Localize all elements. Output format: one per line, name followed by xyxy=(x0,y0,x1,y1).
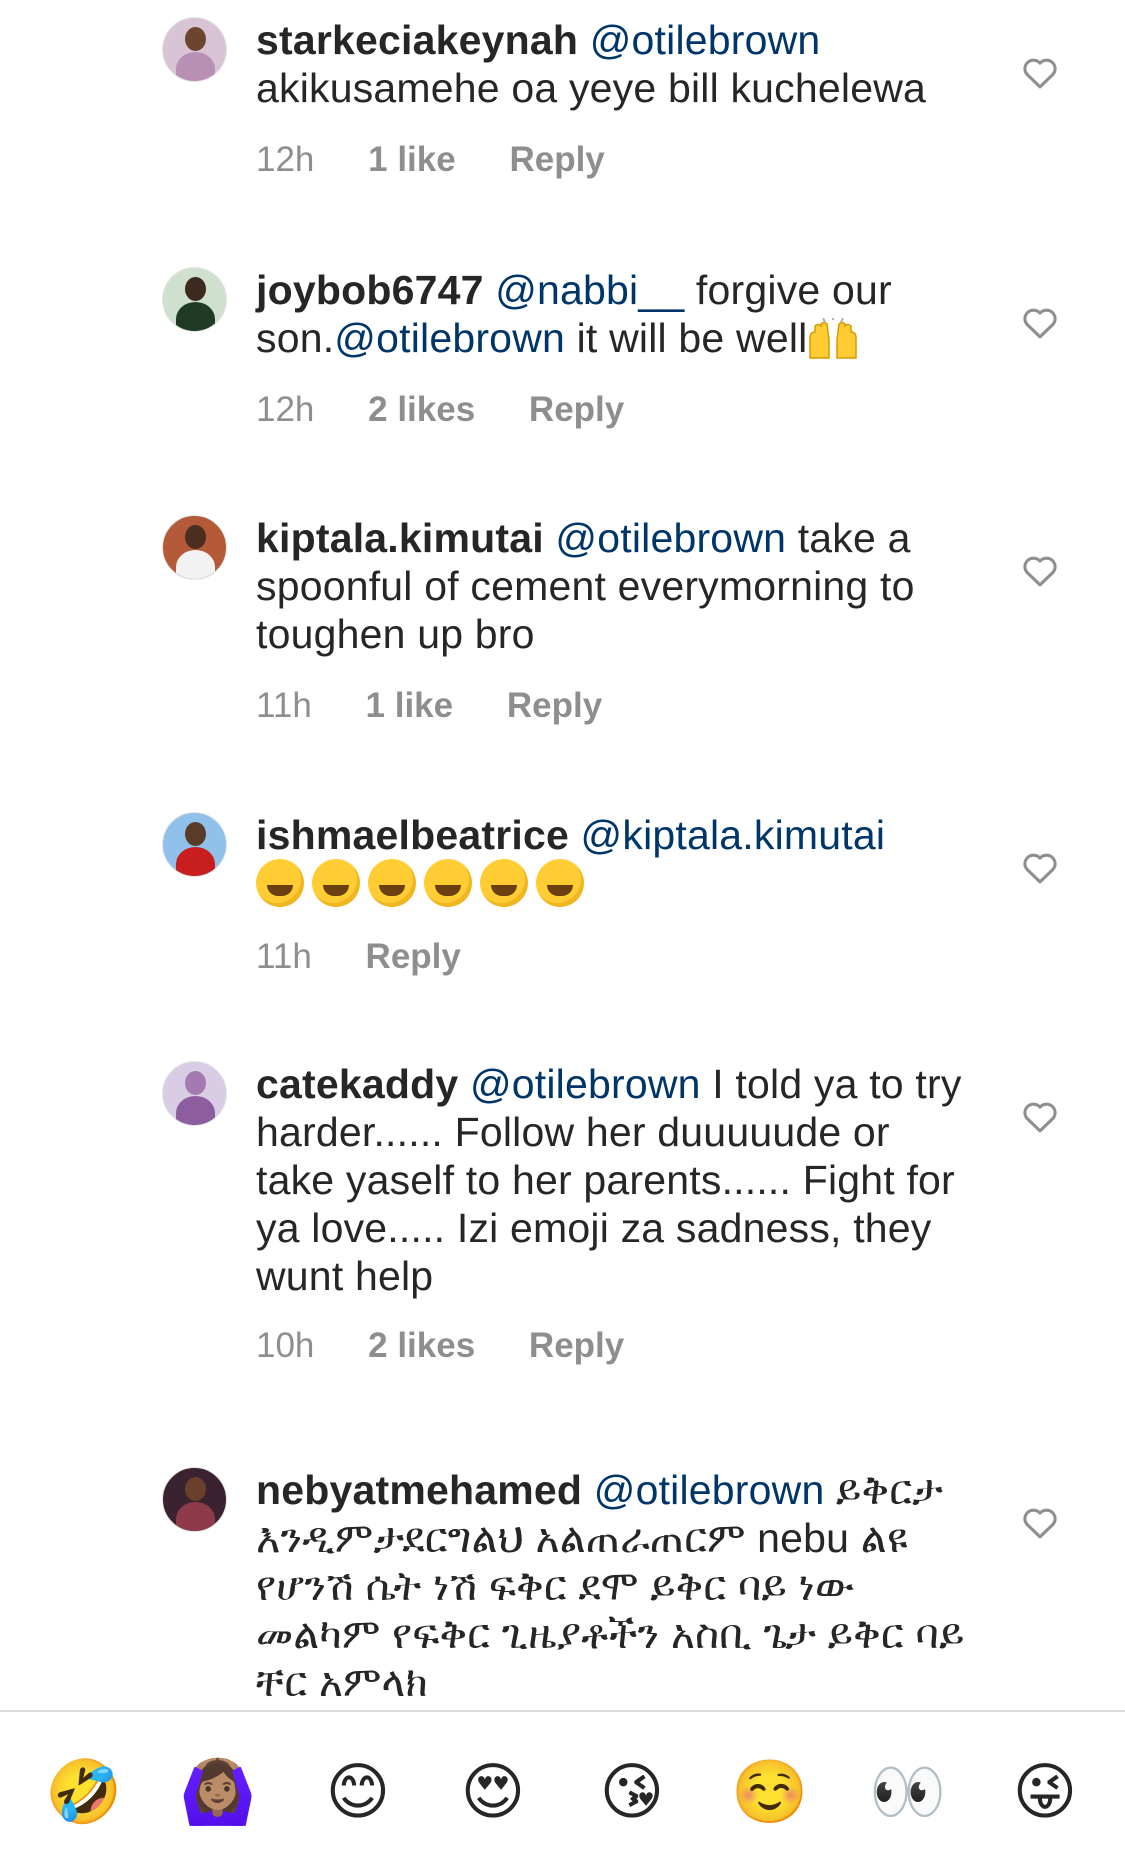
heart-eyes-reaction[interactable]: 😍 xyxy=(455,1758,531,1828)
reply-button[interactable]: Reply xyxy=(529,1326,624,1365)
comment-username[interactable]: joybob6747 xyxy=(256,267,484,313)
comment-time: 11h xyxy=(256,686,312,725)
avatar[interactable] xyxy=(162,812,227,877)
comment-meta: 11h 1 like Reply xyxy=(256,686,646,726)
avatar[interactable] xyxy=(162,515,227,580)
rofl-icon xyxy=(312,859,360,907)
mention-link[interactable]: @nabbi__ xyxy=(495,267,684,313)
comment-text: joybob6747 @nabbi__ forgive our son.@oti… xyxy=(256,266,976,362)
mention-link[interactable]: @otilebrown xyxy=(470,1061,701,1107)
avatar[interactable] xyxy=(162,1061,227,1126)
comment-username[interactable]: catekaddy xyxy=(256,1061,458,1107)
reply-button[interactable]: Reply xyxy=(507,686,602,725)
reply-button[interactable]: Reply xyxy=(366,937,461,976)
comment-username[interactable]: ishmaelbeatrice xyxy=(256,812,569,858)
like-count[interactable]: 2 likes xyxy=(368,1326,475,1365)
comment-time: 12h xyxy=(256,140,315,179)
reply-button[interactable]: Reply xyxy=(509,140,604,179)
rofl-icon xyxy=(424,859,472,907)
heart-icon[interactable] xyxy=(1021,56,1059,90)
mention-link[interactable]: @otilebrown xyxy=(590,17,821,63)
comment-username[interactable]: starkeciakeynah xyxy=(256,17,578,63)
comment-text: catekaddy @otilebrown I told ya to try h… xyxy=(256,1060,976,1300)
avatar[interactable] xyxy=(162,267,227,332)
mention-link[interactable]: @otilebrown xyxy=(334,315,565,361)
mention-link[interactable]: @otilebrown xyxy=(555,515,786,561)
eyes-reaction[interactable]: 👀 xyxy=(869,1758,946,1828)
avatar[interactable] xyxy=(162,1467,227,1532)
comment-text: ishmaelbeatrice @kiptala.kimutai xyxy=(256,811,976,907)
rofl-icon xyxy=(368,859,416,907)
thinking-face-icon xyxy=(256,859,304,907)
comment-text: starkeciakeynah @otilebrown akikusamehe … xyxy=(256,16,976,112)
comment-time: 12h xyxy=(256,390,315,429)
comment-text: nebyatmehamed @otilebrown ይቅርታ እንዲምታደርግል… xyxy=(256,1466,976,1706)
comment-meta: 11h Reply xyxy=(256,937,505,977)
comment-meta: 12h 1 like Reply xyxy=(256,140,649,180)
emoji-reaction-bar xyxy=(0,1710,1125,1849)
heart-icon[interactable] xyxy=(1021,554,1059,588)
comment-text: kiptala.kimutai @otilebrown take a spoon… xyxy=(256,514,976,658)
comment-username[interactable]: nebyatmehamed xyxy=(256,1467,582,1513)
like-count[interactable]: 1 like xyxy=(366,686,454,725)
comment-time: 10h xyxy=(256,1326,315,1365)
comment-time: 11h xyxy=(256,937,312,976)
avatar[interactable] xyxy=(162,17,227,82)
comment-body: it will be well xyxy=(565,315,808,361)
winking-tongue-reaction[interactable]: 😜 xyxy=(1007,1758,1083,1828)
heart-icon[interactable] xyxy=(1021,1506,1059,1540)
mention-link[interactable]: @otilebrown xyxy=(594,1467,825,1513)
heart-icon[interactable] xyxy=(1021,1100,1059,1134)
comment-meta: 10h 2 likes Reply xyxy=(256,1326,668,1366)
mention-link[interactable]: @kiptala.kimutai xyxy=(581,812,886,858)
like-count[interactable]: 2 likes xyxy=(368,390,475,429)
heart-icon[interactable] xyxy=(1021,306,1059,340)
comment-list: starkeciakeynah @otilebrown akikusamehe … xyxy=(0,0,1125,1710)
rofl-icon xyxy=(480,859,528,907)
kissing-face-reaction[interactable]: 😘 xyxy=(594,1758,670,1828)
comment-body: akikusamehe oa yeye bill kuchelewa xyxy=(256,65,927,111)
relieved-face-reaction[interactable]: ☺️ xyxy=(731,1758,808,1828)
comment-username[interactable]: kiptala.kimutai xyxy=(256,515,544,561)
reply-button[interactable]: Reply xyxy=(529,390,624,429)
comment-meta: 12h 2 likes Reply xyxy=(256,390,668,430)
like-count[interactable]: 1 like xyxy=(368,140,456,179)
rofl-reaction[interactable]: 🤣 xyxy=(45,1758,122,1828)
rofl-icon xyxy=(536,859,584,907)
smiling-face-reaction[interactable]: 😊 xyxy=(320,1758,396,1828)
raising-hands-icon xyxy=(809,318,858,359)
heart-icon[interactable] xyxy=(1021,851,1059,885)
person-ok-reaction[interactable]: 🙆🏽‍♀️ xyxy=(179,1758,256,1828)
